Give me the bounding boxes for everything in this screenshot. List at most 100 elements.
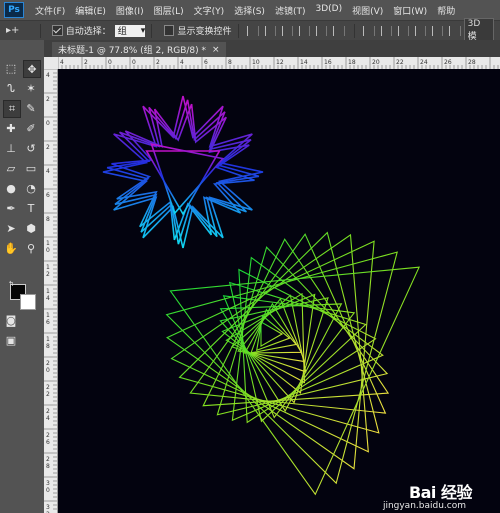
pen-tool-icon[interactable]: ✒: [3, 200, 19, 216]
ruler-label: 4: [180, 59, 184, 66]
distribute-right-icon[interactable]: [449, 25, 461, 36]
ruler-label: 2: [46, 384, 50, 391]
ruler-label: 2: [46, 360, 50, 367]
ruler-label: 28: [468, 59, 476, 66]
document-tab-bar: 未标题-1 @ 77.8% (组 2, RGB/8) * ×: [44, 40, 500, 57]
blur-tool-icon[interactable]: ●: [3, 180, 19, 196]
auto-select-value: 组: [117, 27, 127, 37]
document-canvas[interactable]: Bai 经验 jingyan.baidu.com: [58, 69, 500, 513]
magic-wand-tool-icon[interactable]: ✶: [23, 80, 39, 96]
ruler-label: 0: [46, 247, 50, 254]
menu-item[interactable]: 选择(S): [229, 4, 270, 17]
align-left-icon[interactable]: [298, 25, 311, 36]
ruler-label: 8: [228, 59, 232, 66]
ruler-label: 2: [46, 144, 50, 151]
marquee-tool-icon[interactable]: ⬚: [3, 60, 19, 76]
ruler-label: 2: [156, 59, 160, 66]
ruler-label: 16: [324, 59, 332, 66]
distribute-hcenter-icon[interactable]: [432, 25, 444, 36]
background-color-swatch[interactable]: [20, 294, 36, 310]
type-tool-icon[interactable]: T: [23, 200, 39, 216]
ruler-label: 2: [46, 432, 50, 439]
clone-stamp-tool-icon[interactable]: ⊥: [3, 140, 19, 156]
auto-select-dropdown[interactable]: 组 ▾: [114, 24, 146, 37]
align-right-icon[interactable]: [333, 25, 345, 36]
ruler-label: 2: [46, 96, 50, 103]
align-vcenter-icon[interactable]: [264, 25, 276, 36]
ruler-label: 4: [46, 72, 50, 79]
ruler-origin[interactable]: [44, 57, 58, 69]
ruler-label: 14: [300, 59, 308, 66]
move-tool-icon[interactable]: ✥: [23, 60, 41, 78]
menu-item[interactable]: 文件(F): [30, 4, 70, 17]
menu-item[interactable]: 编辑(E): [70, 4, 111, 17]
menu-item[interactable]: 3D(D): [310, 4, 347, 17]
show-transform-checkbox[interactable]: [164, 25, 175, 36]
align-top-icon[interactable]: [247, 25, 259, 36]
eraser-tool-icon[interactable]: ▱: [3, 160, 19, 176]
menu-bar: Ps 文件(F) 编辑(E) 图像(I) 图层(L) 文字(Y) 选择(S) 滤镜(T) 3D…: [0, 0, 500, 20]
menu-item[interactable]: 文字(Y): [189, 4, 230, 17]
distribute-top-icon[interactable]: [363, 25, 375, 36]
ruler-label: 8: [46, 463, 50, 470]
vertical-ruler[interactable]: 4202468101214161820222426283032: [44, 69, 58, 513]
ruler-label: 6: [204, 59, 208, 66]
ruler-label: 6: [46, 192, 50, 199]
artwork: [102, 95, 420, 496]
lasso-tool-icon[interactable]: ᔐ: [3, 80, 19, 96]
menu-item[interactable]: 滤镜(T): [270, 4, 311, 17]
auto-select-checkbox[interactable]: [52, 25, 63, 36]
ruler-label: 4: [46, 168, 50, 175]
align-bottom-icon[interactable]: [281, 25, 293, 36]
ruler-label: 18: [348, 59, 356, 66]
ruler-label: 24: [420, 59, 428, 66]
menu-item[interactable]: 帮助: [432, 4, 460, 17]
auto-select-label: 自动选择：: [65, 27, 111, 37]
path-selection-tool-icon[interactable]: ➤: [3, 220, 19, 236]
close-icon[interactable]: ×: [212, 45, 220, 55]
ruler-label: 0: [46, 120, 50, 127]
photoshop-logo-icon: Ps: [4, 2, 24, 18]
ruler-label: 8: [46, 216, 50, 223]
ruler-label: 0: [46, 367, 50, 374]
ruler-label: 26: [444, 59, 452, 66]
brush-tool-icon[interactable]: ✐: [23, 120, 39, 136]
gradient-tool-icon[interactable]: ▭: [23, 160, 39, 176]
distribute-bottom-icon[interactable]: [397, 25, 410, 36]
history-brush-tool-icon[interactable]: ↺: [23, 140, 39, 156]
healing-brush-tool-icon[interactable]: ✚: [3, 120, 19, 136]
document-tab[interactable]: 未标题-1 @ 77.8% (组 2, RGB/8) * ×: [52, 42, 226, 57]
ruler-label: 4: [60, 59, 64, 66]
menu-items: 文件(F) 编辑(E) 图像(I) 图层(L) 文字(Y) 选择(S) 滤镜(T) 3D(D)…: [30, 4, 460, 17]
ruler-label: 4: [46, 415, 50, 422]
menu-item[interactable]: 窗口(W): [388, 4, 432, 17]
ruler-label: 2: [46, 391, 50, 398]
distribute-vcenter-icon[interactable]: [380, 25, 392, 36]
ruler-label: 6: [46, 439, 50, 446]
eyedropper-tool-icon[interactable]: ✎: [23, 100, 39, 116]
star-outline: [106, 99, 260, 245]
move-tool-preset-icon[interactable]: ▸+: [6, 23, 34, 38]
menu-item[interactable]: 图像(I): [111, 4, 149, 17]
ruler-label: 6: [46, 319, 50, 326]
dodge-tool-icon[interactable]: ◔: [23, 180, 39, 196]
align-hcenter-icon[interactable]: [316, 25, 328, 36]
ruler-label: 2: [46, 456, 50, 463]
shape-tool-icon[interactable]: ⬢: [23, 220, 39, 236]
distribute-left-icon[interactable]: [415, 25, 427, 36]
watermark-logo: Bai 经验: [408, 483, 473, 502]
screen-mode-icon[interactable]: ▣: [3, 332, 19, 348]
chevron-down-icon: ▾: [140, 25, 146, 36]
hand-tool-icon[interactable]: ✋: [3, 240, 19, 256]
crop-tool-icon[interactable]: ⌗: [3, 100, 21, 118]
tools-panel: ⬚ ✥ ᔐ ✶ ⌗ ✎ ✚ ✐ ⊥ ↺ ▱ ▭ ● ◔ ✒ T ➤ ⬢ ✋ ⚲ …: [0, 40, 44, 513]
menu-item[interactable]: 视图(V): [347, 4, 388, 17]
ruler-label: 22: [396, 59, 404, 66]
quick-mask-icon[interactable]: ◙: [3, 312, 19, 328]
spiral-triangle: [189, 233, 387, 414]
menu-item[interactable]: 图层(L): [149, 4, 189, 17]
spiral-triangle: [169, 266, 420, 496]
zoom-tool-icon[interactable]: ⚲: [23, 240, 39, 256]
swap-colors-icon[interactable]: ↰: [3, 276, 19, 292]
star-outline: [102, 95, 264, 249]
